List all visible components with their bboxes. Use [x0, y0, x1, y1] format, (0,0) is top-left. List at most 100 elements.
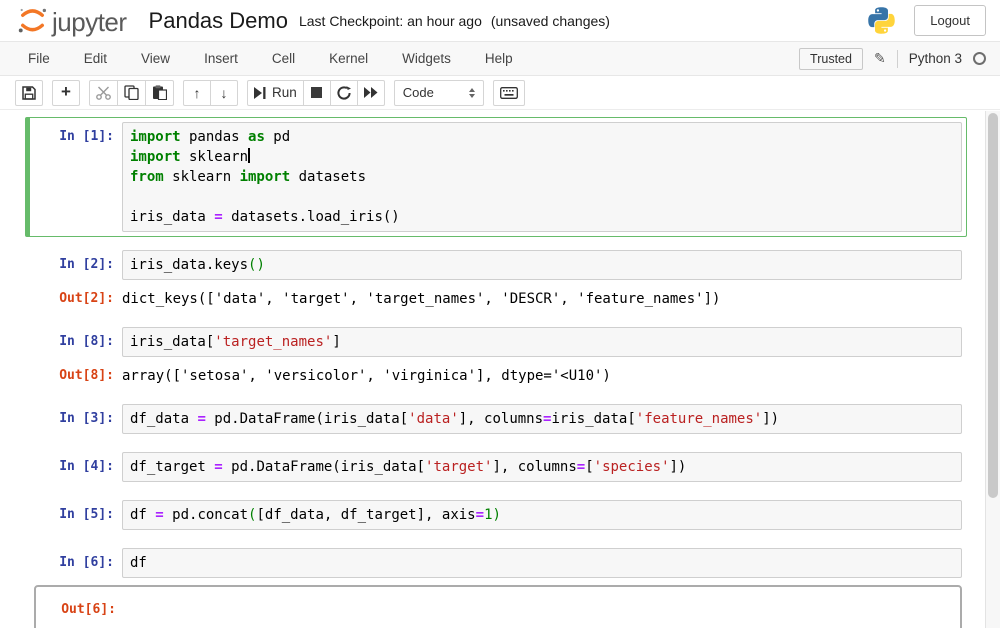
interrupt-kernel-button[interactable] [303, 80, 331, 106]
table-header-row: sepal length (cm)sepal width (cm)petal l… [130, 623, 750, 628]
code-input[interactable]: df_data = pd.DataFrame(iris_data['data']… [122, 404, 962, 434]
code-token: = [476, 507, 484, 523]
output-prompt: Out[2]: [34, 284, 122, 309]
code-line: df_data = pd.DataFrame(iris_data['data']… [130, 409, 954, 429]
input-prompt: In [4]: [34, 452, 122, 477]
cell-output-row: Out[2]:dict_keys(['data', 'target', 'tar… [34, 284, 962, 309]
code-input[interactable]: import pandas as pdimport sklearnfrom sk… [122, 122, 962, 232]
cell-input-row: In [1]:import pandas as pdimport sklearn… [34, 122, 962, 232]
cell-input-row: In [3]:df_data = pd.DataFrame(iris_data[… [34, 404, 962, 434]
move-cell-up-button[interactable]: ↑ [183, 80, 211, 106]
code-token: pd.DataFrame(iris_data[ [206, 411, 408, 427]
unsaved-changes-label: (unsaved changes) [491, 13, 610, 29]
plus-icon: + [61, 83, 71, 100]
code-line: df [130, 553, 954, 573]
column-header: petal length (cm) [420, 624, 544, 628]
move-cell-down-button[interactable]: ↓ [210, 80, 238, 106]
notebook-cell[interactable]: In [5]:df = pd.concat([df_data, df_targe… [25, 495, 967, 535]
save-button[interactable] [15, 80, 43, 106]
notebook-cell[interactable]: In [8]:iris_data['target_names']Out[8]:a… [25, 322, 967, 391]
output-scroll-area[interactable]: Out[6]: sepal length (cm)sepal width (cm)… [34, 585, 962, 628]
code-token: ], columns [492, 459, 576, 475]
code-token: iris_data.keys [130, 257, 248, 273]
menu-view[interactable]: View [124, 42, 187, 76]
trusted-badge[interactable]: Trusted [799, 48, 863, 70]
jupyter-wordmark: jupyter [52, 7, 127, 37]
header-right: Logout [866, 4, 986, 37]
stop-icon [311, 87, 322, 98]
jupyter-logo[interactable]: jupyter [16, 4, 127, 37]
copy-button[interactable] [117, 80, 146, 106]
paste-icon [152, 85, 167, 100]
code-token: as [248, 129, 265, 145]
menu-kernel[interactable]: Kernel [312, 42, 385, 76]
code-input[interactable]: df [122, 548, 962, 578]
notebook-cell[interactable]: In [2]:iris_data.keys()Out[2]:dict_keys(… [25, 245, 967, 314]
menu-widgets[interactable]: Widgets [385, 42, 468, 76]
code-token: 'target' [425, 459, 492, 475]
input-prompt: In [2]: [34, 250, 122, 275]
code-token: iris_data[ [551, 411, 635, 427]
output-prompt: Out[6]: [36, 595, 124, 620]
input-prompt: In [1]: [34, 122, 122, 147]
arrow-up-icon: ↑ [194, 86, 201, 100]
code-token: df [130, 507, 155, 523]
cell-input-row: In [4]:df_target = pd.DataFrame(iris_dat… [34, 452, 962, 482]
code-token: 'feature_names' [636, 411, 762, 427]
menu-insert[interactable]: Insert [187, 42, 255, 76]
code-line: df = pd.concat([df_data, df_target], axi… [130, 505, 954, 525]
scrollbar-thumb[interactable] [988, 113, 998, 498]
cut-button[interactable] [89, 80, 118, 106]
notebook-cell[interactable]: In [4]:df_target = pd.DataFrame(iris_dat… [25, 447, 967, 487]
cell-type-value: Code [403, 85, 434, 100]
cell-output-row: Out[8]:array(['setosa', 'versicolor', 'v… [34, 361, 962, 386]
notebook-cell[interactable]: In [6]:df Out[6]: sepal length (cm)sepal w… [25, 543, 967, 628]
menu-cell[interactable]: Cell [255, 42, 312, 76]
insert-cell-button[interactable]: + [52, 80, 80, 106]
code-token: 'data' [408, 411, 459, 427]
run-icon [254, 87, 266, 99]
toolbar: + ↑ ↓ Run [0, 76, 1000, 110]
code-token: ], columns [459, 411, 543, 427]
logout-button[interactable]: Logout [914, 5, 986, 36]
code-input[interactable]: df = pd.concat([df_data, df_target], axi… [122, 500, 962, 530]
code-token: pd.DataFrame(iris_data[ [223, 459, 425, 475]
code-token: df_target [130, 459, 214, 475]
notebook-cell[interactable]: In [1]:import pandas as pdimport sklearn… [25, 117, 967, 237]
cell-input-row: In [6]:df [34, 548, 962, 578]
kernel-idle-indicator-icon [973, 52, 986, 65]
cell-input-row: In [5]:df = pd.concat([df_data, df_targe… [34, 500, 962, 530]
menu-file[interactable]: File [11, 42, 67, 76]
code-input[interactable]: df_target = pd.DataFrame(iris_data['targ… [122, 452, 962, 482]
code-token: ) [493, 507, 501, 523]
notebook-cell[interactable]: In [3]:df_data = pd.DataFrame(iris_data[… [25, 399, 967, 439]
menu-help[interactable]: Help [468, 42, 530, 76]
cell-type-select[interactable]: Code [394, 80, 484, 106]
menubar: File Edit View Insert Cell Kernel Widget… [0, 42, 1000, 76]
code-token: iris_data [130, 209, 214, 225]
code-token: = [214, 459, 222, 475]
menubar-right: Trusted ✎ Python 3 [799, 48, 986, 70]
restart-run-all-button[interactable] [357, 80, 385, 106]
arrow-down-icon: ↓ [221, 86, 228, 100]
notebook-title[interactable]: Pandas Demo [149, 8, 288, 34]
run-label: Run [272, 85, 297, 100]
command-palette-button[interactable] [493, 80, 525, 106]
code-input[interactable]: iris_data.keys() [122, 250, 962, 280]
restart-kernel-button[interactable] [330, 80, 358, 106]
code-token: pd.concat [164, 507, 248, 523]
code-token: = [214, 209, 222, 225]
fast-forward-icon [364, 87, 378, 98]
output-prompt: Out[8]: [34, 361, 122, 386]
menu-edit[interactable]: Edit [67, 42, 124, 76]
code-token: () [248, 257, 265, 273]
code-token: df_data [130, 411, 197, 427]
column-header: sepal width (cm) [298, 624, 420, 628]
jupyter-logo-icon [16, 4, 49, 37]
code-input[interactable]: iris_data['target_names'] [122, 327, 962, 357]
restart-icon [337, 86, 351, 100]
run-button[interactable]: Run [247, 80, 304, 106]
paste-button[interactable] [145, 80, 174, 106]
scrollbar-track [985, 111, 1000, 628]
pencil-icon[interactable]: ✎ [874, 50, 886, 67]
